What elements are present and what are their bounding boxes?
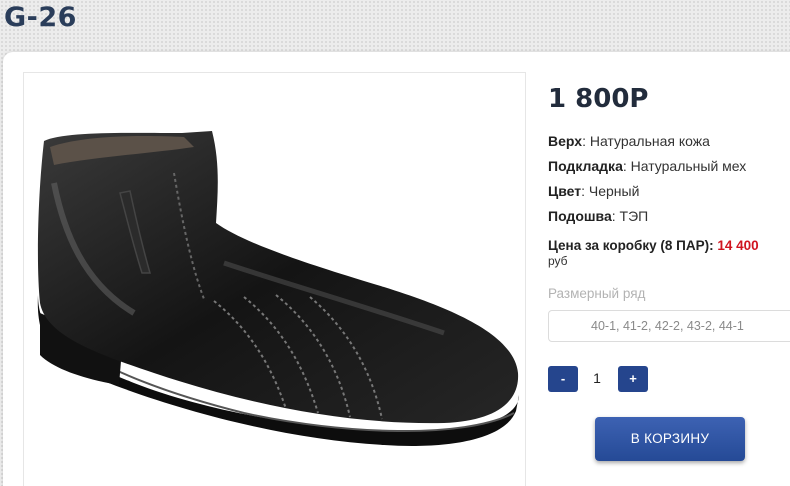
- product-image[interactable]: [23, 72, 526, 486]
- size-range-label: Размерный ряд: [548, 286, 646, 301]
- box-price-value: 14 400: [717, 238, 759, 253]
- box-price: Цена за коробку (8 ПАР): 14 400: [548, 238, 759, 253]
- product-price: 1 800Р: [548, 84, 649, 114]
- size-range-field: 40-1, 41-2, 42-2, 43-2, 44-1: [548, 310, 790, 342]
- boot-image: [37, 131, 519, 446]
- spec-sole: Подошва: ТЭП: [548, 208, 649, 224]
- spec-sole-value: ТЭП: [619, 208, 649, 224]
- spec-upper: Верх: Натуральная кожа: [548, 133, 710, 149]
- box-price-currency: руб: [548, 254, 568, 268]
- spec-color-label: Цвет: [548, 183, 582, 199]
- spec-color: Цвет: Черный: [548, 183, 640, 199]
- spec-lining-value: Натуральный мех: [630, 158, 747, 174]
- spec-lining-label: Подкладка: [548, 158, 623, 174]
- box-price-label: Цена за коробку (8 ПАР):: [548, 238, 714, 253]
- spec-upper-value: Натуральная кожа: [589, 133, 710, 149]
- spec-color-value: Черный: [588, 183, 640, 199]
- add-to-cart-button[interactable]: В КОРЗИНУ: [595, 417, 745, 461]
- quantity-minus-button[interactable]: -: [548, 366, 578, 392]
- spec-sole-label: Подошва: [548, 208, 612, 224]
- product-title: G-26: [4, 2, 77, 33]
- spec-lining: Подкладка: Натуральный мех: [548, 158, 747, 174]
- spec-upper-label: Верх: [548, 133, 583, 149]
- quantity-value[interactable]: 1: [585, 370, 609, 386]
- quantity-plus-button[interactable]: +: [618, 366, 648, 392]
